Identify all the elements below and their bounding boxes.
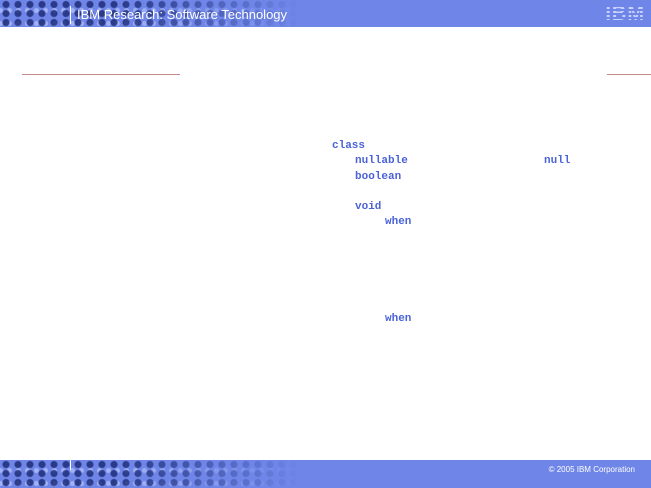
ibm-logo: IBM	[605, 3, 645, 25]
code-keyword-boolean: boolean	[355, 171, 402, 183]
title-rule-right	[607, 74, 651, 75]
footer-divider	[70, 460, 71, 470]
footer-dot-pattern	[0, 460, 300, 488]
code-keyword-class: class	[332, 140, 366, 152]
header-band: IBM Research: Software Technology IBM	[0, 0, 651, 27]
code-keyword-when: when	[385, 216, 412, 228]
code-keyword-when-2: when	[385, 313, 412, 325]
footer-band: © 2005 IBM Corporation	[0, 460, 651, 488]
code-keyword-void: void	[355, 201, 382, 213]
header-divider	[70, 6, 71, 24]
code-keyword-nullable: nullable	[355, 155, 408, 167]
title-rule-left	[22, 74, 180, 75]
code-keyword-null: null	[544, 155, 571, 167]
copyright-text: © 2005 IBM Corporation	[548, 465, 635, 474]
header-title: IBM Research: Software Technology	[77, 7, 288, 22]
